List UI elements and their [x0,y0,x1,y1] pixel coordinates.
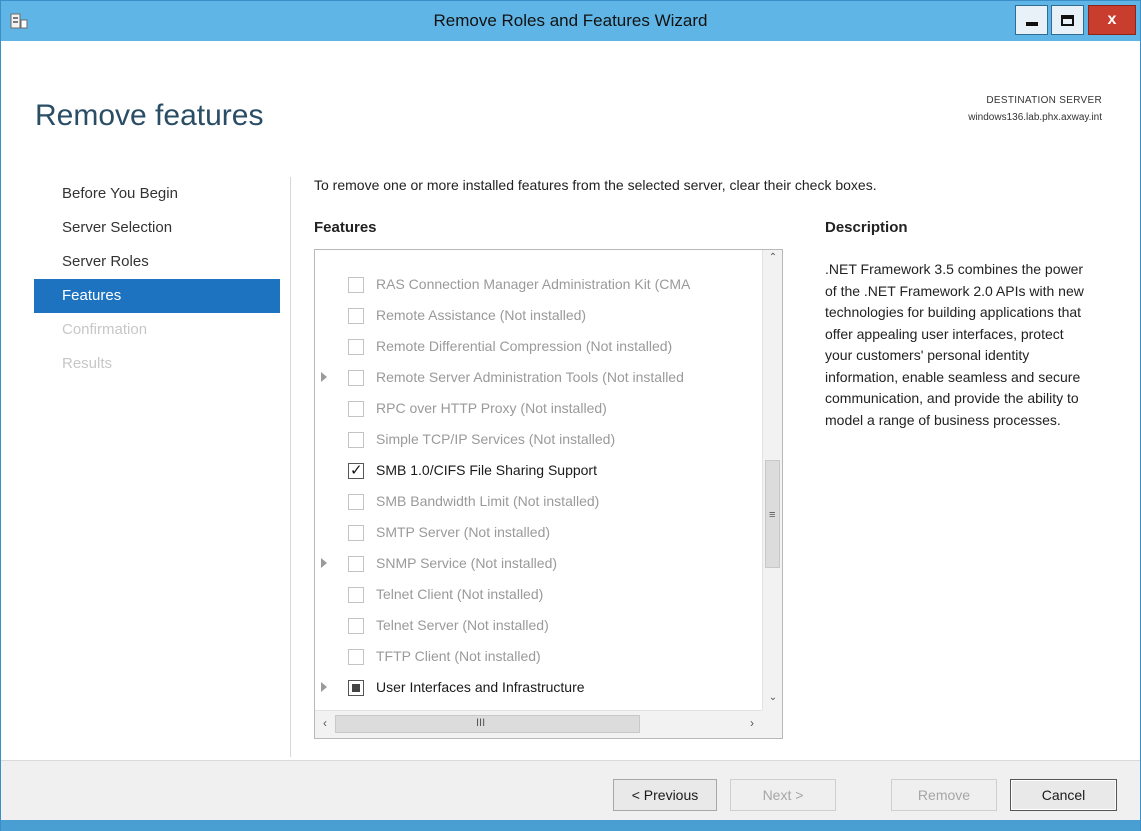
close-icon: x [1107,11,1117,28]
feature-row[interactable]: TFTP Client (Not installed) [315,642,762,673]
scroll-right-icon[interactable]: › [743,716,761,730]
feature-row[interactable]: SMTP Server (Not installed) [315,518,762,549]
feature-label: RPC over HTTP Proxy (Not installed) [376,400,607,416]
feature-label: SMB Bandwidth Limit (Not installed) [376,493,600,509]
feature-label: SMTP Server (Not installed) [376,524,551,540]
feature-checkbox [348,339,364,355]
feature-checkbox [348,525,364,541]
nav-item-features[interactable]: Features [34,279,280,313]
remove-button: Remove [891,779,997,811]
feature-checkbox [348,494,364,510]
feature-label: Simple TCP/IP Services (Not installed) [376,431,616,447]
wizard-nav: Before You Begin Server Selection Server… [34,177,280,381]
feature-row[interactable]: RPC over HTTP Proxy (Not installed) [315,394,762,425]
scroll-left-icon[interactable]: ‹ [316,716,334,730]
horizontal-scrollbar[interactable]: ‹ III › [315,710,762,738]
feature-row[interactable]: SMB 1.0/CIFS File Sharing Support [315,456,762,487]
expand-arrow-icon[interactable] [321,558,327,568]
feature-row[interactable]: Telnet Client (Not installed) [315,580,762,611]
feature-row[interactable]: Remote Server Administration Tools (Not … [315,363,762,394]
vertical-scrollbar[interactable]: ⌃ ≡ ⌄ [762,250,782,710]
feature-row[interactable]: SMB Bandwidth Limit (Not installed) [315,487,762,518]
page-title: Remove features [35,99,264,132]
description-text: .NET Framework 3.5 combines the power of… [825,261,1084,428]
feature-checkbox [348,308,364,324]
feature-label: RAS Connection Manager Administration Ki… [376,276,691,292]
nav-item-confirmation: Confirmation [62,321,148,338]
instruction-text: To remove one or more installed features… [314,177,877,193]
feature-label: Remote Assistance (Not installed) [376,307,587,323]
minimize-icon [1025,22,1038,26]
feature-checkbox [348,587,364,603]
horizontal-scroll-thumb[interactable]: III [335,715,640,733]
wizard-window: Remove Roles and Features Wizard x Remov… [0,0,1141,831]
description-heading: Description [825,219,908,236]
feature-label: SMB 1.0/CIFS File Sharing Support [376,462,597,478]
feature-row[interactable]: User Interfaces and Infrastructure [315,673,762,704]
features-tree[interactable]: RAS Connection Manager Administration Ki… [314,249,783,739]
maximize-button[interactable] [1051,5,1084,35]
cancel-button[interactable]: Cancel [1010,779,1117,811]
feature-label: SNMP Service (Not installed) [376,555,558,571]
previous-button[interactable]: < Previous [613,779,717,811]
close-button[interactable]: x [1088,5,1136,35]
nav-item-server-selection[interactable]: Server Selection [34,211,280,245]
feature-row[interactable]: Remote Differential Compression (Not ins… [315,332,762,363]
feature-row[interactable]: Simple TCP/IP Services (Not installed) [315,425,762,456]
grip-icon: III [476,717,486,729]
scroll-up-icon[interactable]: ⌃ [763,252,782,270]
scrollbar-corner [762,710,782,738]
feature-checkbox [348,277,364,293]
feature-label: Remote Differential Compression (Not ins… [376,338,673,354]
features-list: RAS Connection Manager Administration Ki… [315,270,762,704]
feature-checkbox[interactable] [348,680,364,696]
nav-item-before-you-begin[interactable]: Before You Begin [34,177,280,211]
feature-row[interactable]: RAS Connection Manager Administration Ki… [315,270,762,301]
feature-row[interactable]: SNMP Service (Not installed) [315,549,762,580]
feature-checkbox [348,370,364,386]
window-bottom-border [1,820,1140,831]
scroll-down-icon[interactable]: ⌄ [763,692,782,710]
feature-label: Remote Server Administration Tools (Not … [376,369,684,385]
feature-checkbox [348,649,364,665]
feature-checkbox[interactable] [348,461,364,479]
feature-row[interactable]: Remote Assistance (Not installed) [315,301,762,332]
feature-label: User Interfaces and Infrastructure [376,679,585,695]
feature-checkbox [348,618,364,634]
feature-label: Telnet Client (Not installed) [376,586,544,602]
nav-item-server-roles[interactable]: Server Roles [34,245,280,279]
features-heading: Features [314,219,377,236]
feature-checkbox [348,401,364,417]
destination-server-value: windows136.lab.phx.axway.int [968,112,1102,123]
next-button: Next > [730,779,836,811]
title-bar[interactable]: Remove Roles and Features Wizard x [1,1,1140,41]
maximize-icon [1061,14,1074,26]
nav-item-results: Results [62,355,113,372]
expand-arrow-icon[interactable] [321,372,327,382]
window-title: Remove Roles and Features Wizard [433,11,708,30]
grip-icon: ≡ [769,509,776,521]
feature-checkbox [348,432,364,448]
expand-arrow-icon[interactable] [321,682,327,692]
feature-label: TFTP Client (Not installed) [376,648,541,664]
feature-row[interactable]: Telnet Server (Not installed) [315,611,762,642]
feature-checkbox [348,556,364,572]
minimize-button[interactable] [1015,5,1048,35]
vertical-scroll-thumb[interactable]: ≡ [765,460,780,568]
nav-divider [290,177,291,757]
destination-server-label: DESTINATION SERVER [986,95,1102,106]
feature-label: Telnet Server (Not installed) [376,617,549,633]
